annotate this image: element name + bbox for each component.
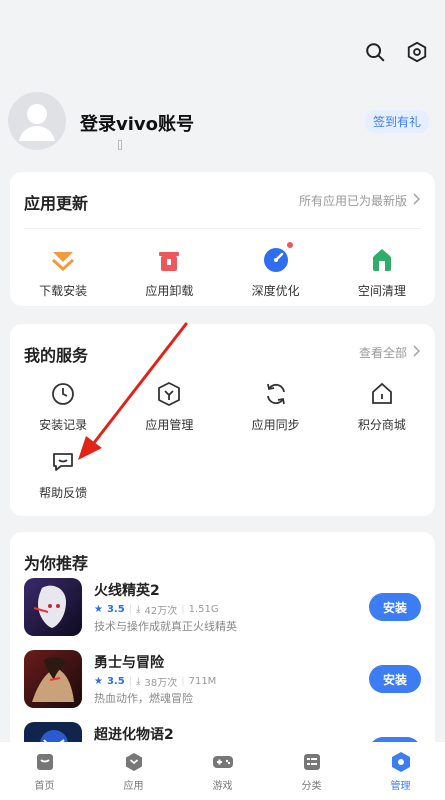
download-install-icon [49,246,77,274]
download-icon: ⤓ [136,604,141,615]
uninstall-trash-icon [155,246,183,274]
points-mall-label: 积分商城 [357,418,406,432]
separator: | [128,676,133,687]
app-description: 技术与操作成就真正火线精英 [94,620,237,633]
app-downloads: 38万次 [144,678,178,689]
uninstall-label: 应用卸载 [145,284,194,298]
top-toolbar [363,40,429,64]
app-rating: 3.5 [106,604,125,615]
download-install-label: 下载安装 [39,284,88,298]
app-meta: ★ 3.5 | ⤓ 42万次 | 1.51G [94,602,219,617]
app-manage-icon [155,380,183,408]
nav-games[interactable]: 游戏 [178,742,267,800]
install-history-label: 安装记录 [39,418,88,432]
chevron-right-icon [413,345,421,360]
nav-apps-label: 应用 [123,780,144,792]
history-clock-icon [49,380,77,408]
star-icon: ★ [94,604,103,615]
sync-icon [262,380,290,408]
login-account-link[interactable]: 登录vivo账号 [80,110,194,136]
nav-category[interactable]: 分类 [267,742,356,800]
services-grid-row1: 安装记录 应用管理 应用同步 积分商城 [10,380,435,433]
chevron-right-icon [413,193,421,208]
profile-header: 登录vivo账号 签到有礼 [8,92,435,152]
gamepad-icon [212,751,234,773]
space-clean-label: 空间清理 [357,284,406,298]
install-history-item[interactable]: 安装记录 [10,380,116,433]
nav-home[interactable]: 首页 [0,742,89,800]
download-install-item[interactable]: 下载安装 [10,246,116,299]
download-icon: ⤓ [136,676,141,687]
my-services-title: 我的服务 [24,346,89,365]
app-thumbnail [24,578,82,636]
app-update-title: 应用更新 [24,194,89,213]
notification-dot-icon [286,242,293,248]
app-update-status[interactable]: 所有应用已为最新版 [299,192,421,209]
uninstall-item[interactable]: 应用卸载 [116,246,222,299]
search-icon[interactable] [363,40,387,64]
optimize-gauge-icon [262,246,290,274]
separator: | [181,676,185,687]
deep-optimize-item[interactable]: 深度优化 [223,242,329,299]
category-icon [301,751,323,773]
app-update-status-text: 所有应用已为最新版 [298,194,407,208]
avatar[interactable] [8,92,66,150]
divider [24,228,421,229]
list-item[interactable]: 火线精英2 ★ 3.5 | ⤓ 42万次 | 1.51G 技术与操作成就真正火线… [24,578,421,638]
app-update-grid: 下载安装 应用卸载 深度优化 空间清理 [10,242,435,299]
bottom-navigation: 首页 应用 游戏 分类 管理 [0,742,445,800]
install-button[interactable]: 安装 [369,593,421,621]
recommend-title: 为你推荐 [24,554,89,573]
signin-reward-button[interactable]: 签到有礼 [364,110,429,133]
nav-manage[interactable]: 管理 [356,742,445,800]
apps-icon [123,751,145,773]
install-button[interactable]: 安装 [369,665,421,693]
points-mall-icon [368,380,396,408]
app-sync-label: 应用同步 [251,418,300,432]
my-services-card: 我的服务 查看全部 安装记录 应用管理 应用同步 积分商城 帮助反馈 [10,324,435,516]
nav-home-label: 首页 [34,780,55,792]
app-name: 超进化物语2 [94,727,174,743]
view-all-label: 查看全部 [358,346,407,360]
view-all-link[interactable]: 查看全部 [359,344,421,361]
app-rating: 3.5 [106,676,125,687]
services-grid-row2: 帮助反馈 [10,448,435,501]
separator: | [181,604,185,615]
app-downloads: 42万次 [144,606,178,617]
app-manage-item[interactable]: 应用管理 [116,380,222,433]
app-size: 1.51G [188,604,219,615]
nav-apps[interactable]: 应用 [89,742,178,800]
space-clean-icon [368,246,396,274]
app-meta: ★ 3.5 | ⤓ 38万次 | 711M [94,674,216,689]
home-icon [34,751,56,773]
app-name: 火线精英2 [94,583,160,599]
nav-manage-label: 管理 [390,780,411,792]
space-clean-item[interactable]: 空间清理 [329,246,435,299]
feedback-message-icon [49,448,77,476]
manage-icon [390,751,412,773]
help-feedback-label: 帮助反馈 [39,486,88,500]
app-name: 勇士与冒险 [94,655,164,671]
settings-gear-icon[interactable] [405,40,429,64]
app-update-card: 应用更新 所有应用已为最新版 下载安装 应用卸载 深度优化 空间清理 [10,172,435,306]
app-sync-item[interactable]: 应用同步 [223,380,329,433]
placeholder-glyph [118,140,122,150]
points-mall-item[interactable]: 积分商城 [329,380,435,433]
app-manage-label: 应用管理 [145,418,194,432]
nav-games-label: 游戏 [212,780,233,792]
list-item[interactable]: 勇士与冒险 ★ 3.5 | ⤓ 38万次 | 711M 热血动作，燃魂冒险 安装 [24,650,421,710]
separator: | [128,604,133,615]
help-feedback-item[interactable]: 帮助反馈 [10,448,116,501]
app-description: 热血动作，燃魂冒险 [94,692,193,705]
nav-category-label: 分类 [301,780,322,792]
app-thumbnail [24,650,82,708]
app-size: 711M [188,676,217,687]
star-icon: ★ [94,676,103,687]
recommend-card: 为你推荐 火线精英2 ★ 3.5 | ⤓ 42万次 | 1.51G 技术与操作成… [10,532,435,762]
deep-optimize-label: 深度优化 [251,284,300,298]
